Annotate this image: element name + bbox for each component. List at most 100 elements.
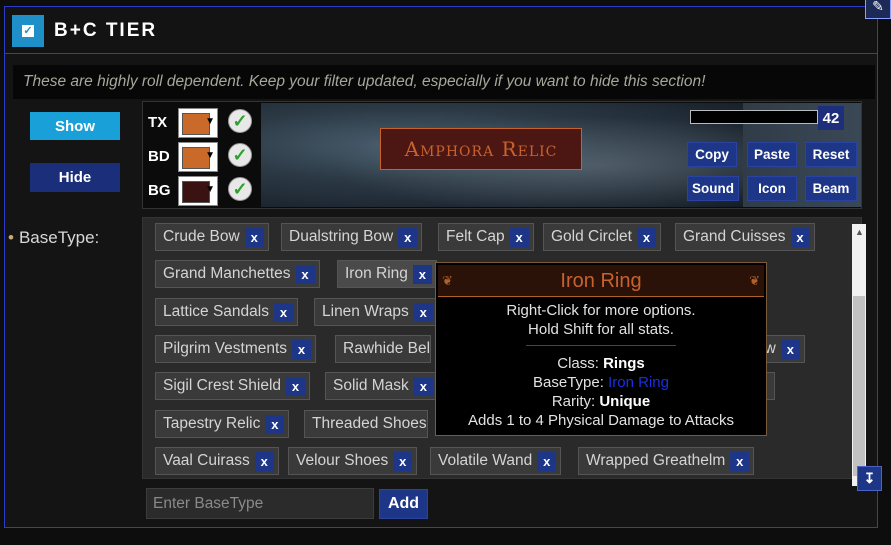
dropdown-arrow-icon: ▼ — [205, 150, 215, 161]
basetype-tag-hovered: Iron Ring x — [337, 260, 437, 288]
item-preview: TX ▼ ✓ BD ▼ ✓ BG ▼ ✓ Amphora Relic 42 Co… — [142, 101, 862, 209]
basetype-tag-label: Sigil Crest Shield — [163, 377, 282, 394]
text-color-row: TX ▼ ✓ — [146, 106, 256, 139]
background-color-enabled-check-icon[interactable]: ✓ — [228, 177, 252, 201]
copy-button[interactable]: Copy — [687, 142, 737, 167]
basetype-tag: Wrapped Greathelm x — [578, 447, 755, 475]
tier-note: These are highly roll dependent. Keep yo… — [13, 65, 875, 99]
tier-enable-checkbox[interactable]: ✓ — [12, 15, 44, 47]
scrollbar-thumb[interactable] — [853, 296, 865, 476]
tooltip-rarity-value: Unique — [599, 393, 651, 410]
basetype-tag-label: Dualstring Bow — [289, 228, 394, 245]
basetype-tag-label: Wrapped Greathelm — [586, 452, 726, 469]
beam-button[interactable]: Beam — [805, 176, 857, 201]
remove-basetype-button[interactable]: x — [413, 302, 433, 322]
add-basetype-button[interactable]: Add — [379, 489, 428, 519]
edit-icon[interactable]: ✎ — [865, 0, 891, 19]
basetype-label-text: BaseType: — [18, 228, 100, 247]
basetype-input[interactable] — [146, 488, 374, 519]
checkbox-check-icon: ✓ — [22, 25, 34, 37]
basetype-tag: Dualstring Bow x — [281, 223, 423, 251]
sound-button[interactable]: Sound — [687, 176, 739, 201]
remove-basetype-button[interactable]: x — [413, 376, 433, 396]
remove-basetype-button[interactable]: x — [412, 264, 432, 284]
remove-basetype-button[interactable]: x — [730, 451, 750, 471]
basetype-tag: Velour Shoes x — [288, 447, 418, 475]
remove-basetype-button[interactable]: x — [274, 302, 293, 322]
basetype-list-scrollbar[interactable]: ▲ ▼ — [852, 224, 866, 486]
text-color-enabled-check-icon[interactable]: ✓ — [228, 109, 252, 133]
icon-button[interactable]: Icon — [747, 176, 797, 201]
remove-basetype-button[interactable]: x — [295, 264, 315, 284]
basetype-tag: Solid Mask x — [325, 372, 438, 400]
basetype-tag-label: Grand Manchettes — [163, 265, 291, 282]
background-color-row: BG ▼ ✓ — [146, 174, 256, 207]
border-color-picker[interactable]: ▼ — [178, 142, 218, 172]
basetype-tag: Volatile Wand x — [430, 447, 562, 475]
basetype-tag: Grand Cuisses x — [675, 223, 815, 251]
basetype-tag-label: Vaal Cuirass — [163, 452, 250, 469]
jump-to-bottom-icon[interactable]: ↧ — [857, 466, 882, 491]
tooltip-class-line: Class: Rings — [436, 355, 766, 372]
show-button[interactable]: Show — [30, 112, 120, 140]
remove-basetype-button[interactable]: x — [509, 227, 529, 247]
background-color-picker[interactable]: ▼ — [178, 176, 218, 206]
remove-basetype-button[interactable]: x — [780, 339, 800, 359]
dropdown-arrow-icon: ▼ — [205, 184, 215, 195]
basetype-tag-label: Solid Mask — [333, 377, 409, 394]
basetype-tag-label: Felt Cap — [446, 228, 505, 245]
hide-button[interactable]: Hide — [30, 163, 120, 192]
border-color-enabled-check-icon[interactable]: ✓ — [228, 143, 252, 167]
ornament-icon: ❦ — [749, 273, 760, 288]
basetype-tag: Tapestry Relic x — [155, 410, 290, 438]
basetype-tag-label: Tapestry Relic — [163, 415, 261, 432]
remove-basetype-button[interactable]: x — [286, 376, 306, 396]
remove-basetype-button[interactable]: x — [636, 227, 656, 247]
remove-basetype-button[interactable]: x — [244, 227, 264, 247]
basetype-tag-label: Rawhide Bel — [343, 340, 431, 357]
scroll-up-arrow-icon[interactable]: ▲ — [855, 227, 864, 237]
dropdown-arrow-icon: ▼ — [205, 116, 215, 127]
text-color-picker[interactable]: ▼ — [178, 108, 218, 138]
reset-button[interactable]: Reset — [805, 142, 857, 167]
remove-basetype-button[interactable]: x — [790, 227, 810, 247]
tooltip-basetype-value: Iron Ring — [608, 374, 669, 391]
preview-item-label: Amphora Relic — [380, 128, 582, 170]
remove-basetype-button[interactable]: x — [265, 414, 285, 434]
tooltip-separator — [526, 345, 676, 346]
tooltip-title: Iron Ring — [560, 270, 642, 292]
basetype-tag-label: Velour Shoes — [296, 452, 389, 469]
basetype-tag-label: Linen Wraps — [322, 303, 409, 320]
tooltip-basetype-label: BaseType: — [533, 374, 604, 391]
basetype-tag-label: Crude Bow — [163, 228, 240, 245]
border-color-label: BD — [148, 148, 170, 165]
remove-basetype-button[interactable]: x — [254, 451, 274, 471]
basetype-tag: Threaded Shoes — [304, 410, 428, 438]
tier-header: ✓ B+C TIER — [5, 7, 877, 54]
basetype-tag-label: Iron Ring — [345, 265, 408, 282]
basetype-tag: Grand Manchettes x — [155, 260, 320, 288]
font-size-value[interactable]: 42 — [818, 106, 844, 130]
tooltip-class-value: Rings — [603, 355, 645, 372]
tooltip-rarity-line: Rarity: Unique — [436, 393, 766, 410]
remove-basetype-button[interactable]: x — [398, 227, 418, 247]
basetype-tag: Gold Circlet x — [543, 223, 661, 251]
remove-basetype-button[interactable]: x — [393, 451, 413, 471]
tier-title: B+C TIER — [54, 20, 158, 41]
paste-button[interactable]: Paste — [747, 142, 797, 167]
basetype-label: • BaseType: — [8, 228, 99, 248]
basetype-tag: Pilgrim Vestments x — [155, 335, 317, 363]
text-color-label: TX — [148, 114, 168, 131]
border-color-row: BD ▼ ✓ — [146, 140, 256, 173]
font-size-slider[interactable] — [690, 110, 818, 124]
remove-basetype-button[interactable]: x — [292, 339, 312, 359]
tooltip-header: ❦ Iron Ring ❦ — [438, 265, 764, 297]
tooltip-class-label: Class: — [557, 355, 599, 372]
basetype-tag-label: Grand Cuisses — [683, 228, 786, 245]
basetype-tag-label: Volatile Wand — [438, 452, 533, 469]
background-color-label: BG — [148, 182, 171, 199]
basetype-tag: Crude Bow x — [155, 223, 269, 251]
remove-basetype-button[interactable]: x — [537, 451, 557, 471]
basetype-tag: Vaal Cuirass x — [155, 447, 279, 475]
basetype-tag-label: Threaded Shoes — [312, 415, 427, 432]
